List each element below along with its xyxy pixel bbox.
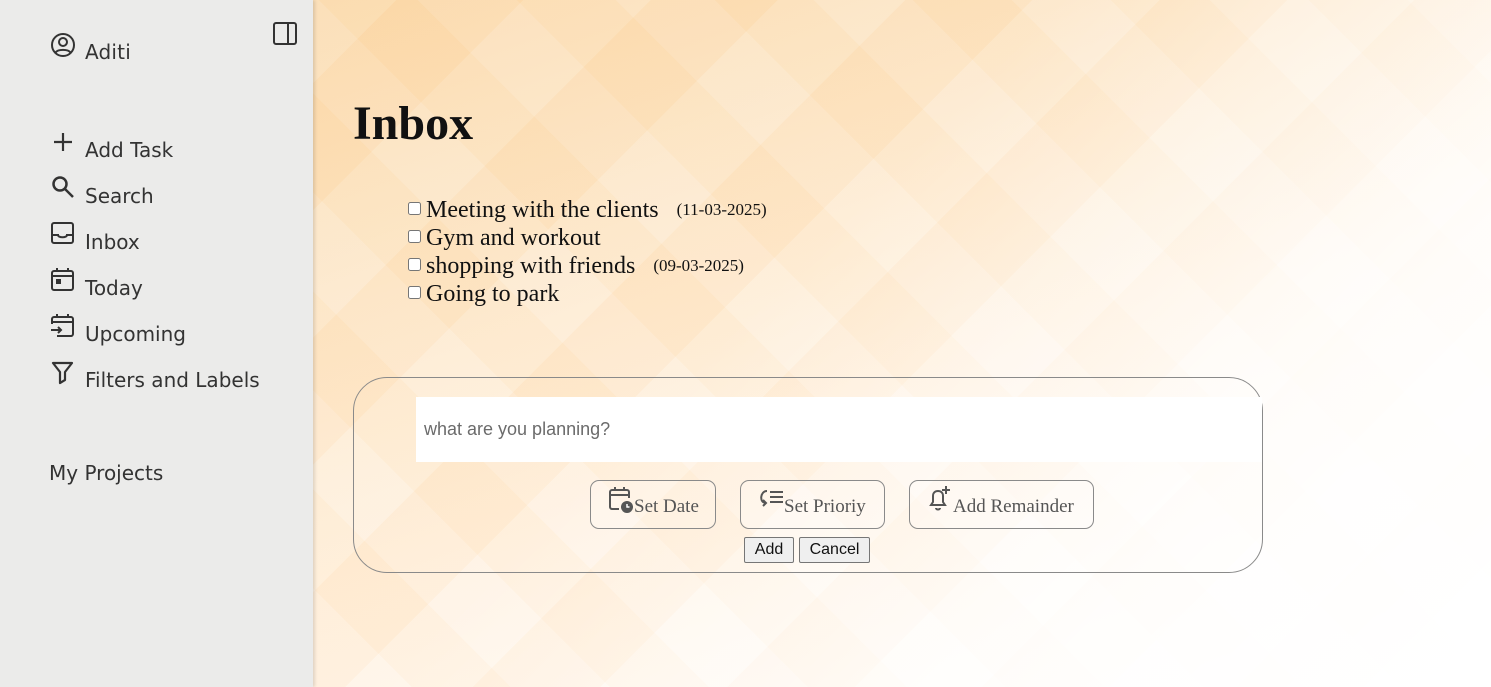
sidebar-item-search[interactable]: Search: [49, 174, 260, 220]
sidebar-item-today[interactable]: Today: [49, 266, 260, 312]
my-projects-heading[interactable]: My Projects: [49, 461, 163, 485]
user-name: Aditi: [85, 40, 131, 64]
task-item: Going to park: [408, 280, 767, 308]
task-checkbox[interactable]: [408, 285, 421, 299]
task-title: Gym and workout: [426, 224, 601, 251]
task-input[interactable]: [416, 397, 1262, 462]
page-title: Inbox: [353, 97, 474, 150]
task-title: shopping with friends: [426, 252, 636, 279]
sidebar-item-label: Today: [85, 276, 143, 300]
sidebar-item-label: Search: [85, 184, 154, 208]
set-date-label: Set Date: [634, 496, 699, 517]
task-item: Meeting with the clients (11-03-2025): [408, 196, 767, 224]
task-checkbox[interactable]: [408, 201, 421, 215]
sidebar-item-label: Add Task: [85, 138, 174, 162]
user-circle-icon: [49, 32, 77, 60]
calendar-clock-icon: [607, 485, 635, 515]
set-priority-label: Set Prioriy: [784, 496, 866, 517]
cancel-button[interactable]: Cancel: [799, 537, 870, 563]
task-item: Gym and workout: [408, 224, 767, 252]
sidebar-item-label: Upcoming: [85, 322, 186, 346]
set-date-button[interactable]: Set Date: [590, 480, 716, 529]
task-date: (11-03-2025): [676, 200, 767, 219]
priority-list-icon: [757, 485, 785, 515]
sidebar-item-label: Filters and Labels: [85, 368, 260, 392]
inbox-icon: [49, 220, 77, 248]
add-reminder-label: Add Remainder: [953, 496, 1074, 517]
task-composer: Set Date Set Prioriy: [353, 377, 1263, 573]
filter-icon: [49, 358, 77, 386]
plus-icon: [49, 128, 77, 156]
task-date: (09-03-2025): [653, 256, 744, 275]
sidebar-item-filters-and-labels[interactable]: Filters and Labels: [49, 358, 260, 404]
set-priority-button[interactable]: Set Prioriy: [740, 480, 885, 529]
sidebar-nav: Add Task Search Inbox Today Upcoming Fil…: [49, 128, 260, 404]
calendar-upcoming-icon: [49, 312, 77, 340]
sidebar-item-upcoming[interactable]: Upcoming: [49, 312, 260, 358]
sidebar: Aditi Add Task Search Inbox Today Upcomi…: [0, 0, 313, 687]
sidebar-toggle-button[interactable]: [272, 21, 298, 47]
add-button[interactable]: Add: [744, 537, 794, 563]
calendar-today-icon: [49, 266, 77, 294]
task-checkbox[interactable]: [408, 229, 421, 243]
sidebar-toggle-icon: [272, 21, 298, 47]
search-icon: [49, 174, 77, 202]
user-profile[interactable]: Aditi: [49, 32, 131, 62]
task-title: Going to park: [426, 280, 560, 307]
bell-plus-icon: [926, 485, 954, 515]
sidebar-item-label: Inbox: [85, 230, 140, 254]
sidebar-item-add-task[interactable]: Add Task: [49, 128, 260, 174]
task-list: Meeting with the clients (11-03-2025) Gy…: [408, 196, 767, 308]
sidebar-item-inbox[interactable]: Inbox: [49, 220, 260, 266]
task-title: Meeting with the clients: [426, 196, 659, 223]
main-content: Inbox Meeting with the clients (11-03-20…: [313, 0, 1491, 687]
task-checkbox[interactable]: [408, 257, 421, 271]
task-item: shopping with friends (09-03-2025): [408, 252, 767, 280]
add-reminder-button[interactable]: Add Remainder: [909, 480, 1094, 529]
